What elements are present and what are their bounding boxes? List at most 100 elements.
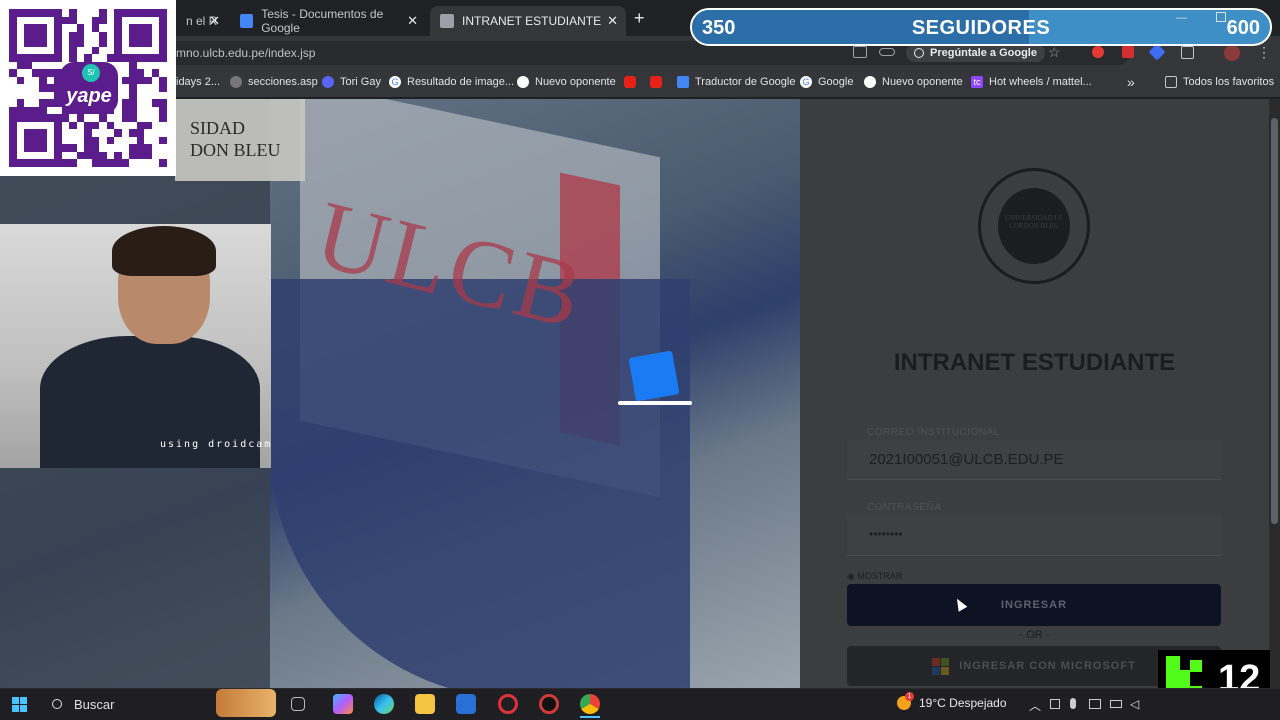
qr-module [136, 9, 145, 17]
file-explorer-icon[interactable] [415, 694, 435, 714]
active-app-indicator [580, 716, 600, 718]
qr-module [62, 47, 70, 55]
app-icon[interactable] [539, 694, 559, 714]
bookmark-item[interactable]: tc Hot wheels / mattel... [971, 76, 1092, 88]
tray-app-icon[interactable] [1089, 699, 1101, 709]
qr-module [152, 39, 160, 47]
bookmark-item[interactable]: idays 2... [176, 76, 220, 88]
show-password-toggle[interactable]: ◉ MOSTRAR [847, 571, 902, 582]
windows-start-icon[interactable] [12, 697, 27, 712]
tab-partial[interactable]: n el R ✕ [176, 6, 228, 36]
qr-module [144, 47, 152, 55]
microphone-icon[interactable] [1070, 698, 1076, 709]
window-minimize-icon[interactable]: — [1176, 12, 1187, 24]
webcam-person-hair [112, 226, 216, 276]
taskbar-search[interactable]: Buscar [40, 690, 230, 718]
chrome-icon[interactable] [580, 694, 600, 714]
close-icon[interactable]: ✕ [607, 13, 618, 29]
youtube-bookmark[interactable] [624, 76, 642, 88]
qr-module [159, 144, 167, 152]
qr-module [46, 114, 55, 122]
qr-module [69, 46, 77, 55]
bookmark-item[interactable]: secciones.asp [230, 76, 318, 88]
bookmark-item[interactable]: Nuevo oponente [517, 76, 616, 88]
edge-icon[interactable] [374, 694, 394, 714]
qr-module [144, 107, 152, 115]
qr-module [84, 54, 92, 62]
qr-module [62, 32, 70, 40]
qr-module [122, 84, 130, 92]
qr-module [92, 114, 100, 122]
youtube-bookmark[interactable] [650, 76, 668, 88]
qr-module [16, 76, 25, 85]
qr-module [69, 9, 77, 17]
qr-module [17, 32, 25, 40]
scrollbar-thumb[interactable] [1271, 118, 1278, 524]
qr-module [17, 122, 25, 130]
qr-module [24, 77, 32, 85]
all-favorites-folder[interactable]: Todos los favoritos [1165, 76, 1274, 88]
tray-app-icon[interactable] [1050, 699, 1060, 709]
bookmark-item[interactable]: Nuevo oponente [864, 76, 963, 88]
login-button[interactable]: INGRESAR [847, 584, 1221, 626]
bookmark-item[interactable]: Traductor de Google [677, 76, 795, 88]
qr-module [136, 24, 145, 32]
qr-module [114, 16, 122, 25]
qr-module [114, 144, 122, 152]
qr-module [91, 151, 100, 160]
opera-icon[interactable] [498, 694, 518, 714]
volume-icon[interactable]: ◁ [1130, 697, 1139, 711]
qr-module [152, 152, 160, 160]
qr-module [9, 16, 17, 25]
qr-module [107, 152, 115, 160]
qr-module [39, 84, 47, 92]
qr-module [32, 47, 40, 55]
qr-module [31, 136, 40, 145]
bookmarks-overflow-icon[interactable]: » [1127, 74, 1135, 90]
qr-module [16, 114, 25, 122]
qr-module [69, 152, 77, 160]
close-icon[interactable]: ✕ [407, 13, 418, 29]
qr-module [46, 9, 55, 17]
copilot-icon[interactable] [333, 694, 353, 714]
display-icon[interactable] [1110, 700, 1122, 708]
tab-intranet[interactable]: INTRANET ESTUDIANTE ✕ [430, 6, 626, 36]
qr-module [39, 99, 47, 107]
qr-module [144, 144, 152, 152]
tab-tesis[interactable]: Tesis - Documentos de Google ✕ [230, 6, 426, 36]
profile-avatar[interactable] [1224, 45, 1240, 61]
store-icon[interactable] [456, 694, 476, 714]
qr-module [114, 9, 122, 17]
bookmark-item[interactable]: G Resultado de image... [389, 76, 514, 88]
search-highlight-image[interactable] [216, 689, 276, 717]
task-view-icon[interactable] [291, 697, 305, 711]
qr-module [144, 62, 152, 70]
qr-module [152, 47, 160, 55]
close-icon[interactable]: ✕ [209, 13, 220, 29]
window-maximize-icon[interactable] [1216, 12, 1226, 22]
key-icon[interactable] [879, 48, 895, 56]
qr-module [9, 31, 17, 40]
qr-module [92, 129, 100, 137]
menu-kebab-icon[interactable]: ⋮ [1257, 44, 1271, 61]
ask-google-chip[interactable]: Pregúntale a Google [906, 44, 1045, 62]
show-label: MOSTRAR [857, 571, 903, 581]
star-icon[interactable]: ☆ [1048, 44, 1061, 61]
qr-module [152, 32, 160, 40]
qr-module [84, 9, 92, 17]
qr-module [46, 99, 55, 107]
translate-icon[interactable] [853, 46, 867, 58]
qr-module [136, 76, 145, 85]
bookmark-item[interactable]: Tori Gay [322, 76, 381, 88]
qr-module [39, 62, 47, 70]
password-field[interactable] [847, 516, 1221, 556]
extension-icon[interactable] [1122, 46, 1134, 58]
url-text[interactable]: mno.ulcb.edu.pe/index.jsp [176, 46, 315, 60]
new-tab-button[interactable]: + [634, 8, 645, 29]
tray-chevron-icon[interactable]: ︿ [1029, 697, 1041, 714]
qr-module [69, 121, 77, 130]
bookmark-item[interactable]: G Google [800, 76, 853, 88]
extensions-puzzle-icon[interactable] [1181, 46, 1194, 59]
qr-module [129, 122, 137, 130]
extension-icon[interactable] [1092, 46, 1104, 58]
